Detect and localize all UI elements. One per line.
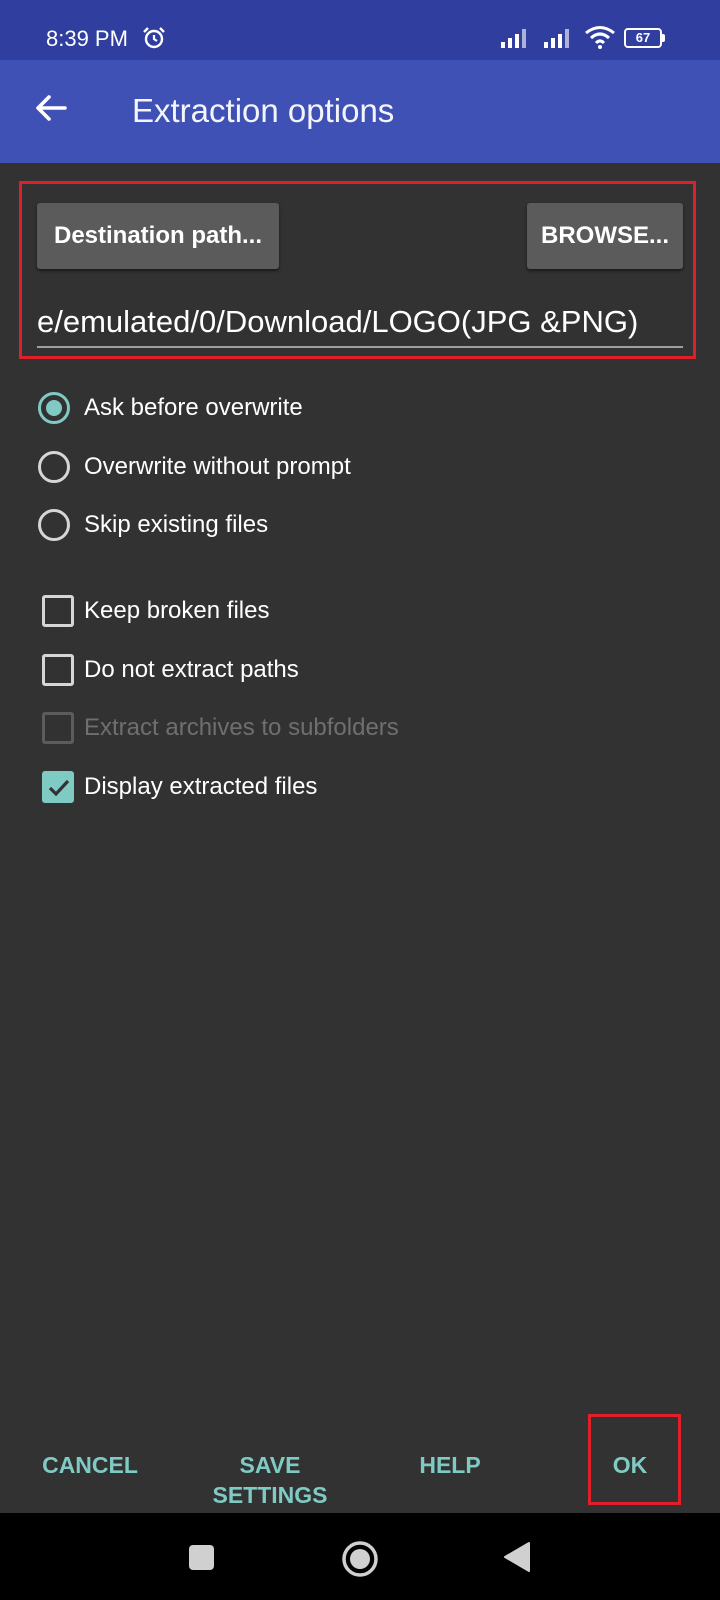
save-settings-label-line1: SAVE bbox=[239, 1452, 301, 1478]
destination-path-input[interactable] bbox=[37, 298, 683, 348]
checkbox-label: Display extracted files bbox=[84, 773, 318, 800]
checkbox[interactable] bbox=[42, 595, 74, 627]
checkbox-do-not-extract-paths[interactable]: Do not extract paths bbox=[38, 648, 299, 692]
battery-icon: 67 bbox=[624, 28, 666, 48]
status-time: 8:39 PM bbox=[46, 26, 128, 51]
back-arrow-icon[interactable] bbox=[33, 90, 69, 131]
radio-button[interactable] bbox=[38, 451, 70, 483]
checkbox[interactable] bbox=[42, 771, 74, 803]
back-triangle-icon[interactable] bbox=[503, 1541, 531, 1578]
home-circle-icon[interactable] bbox=[341, 1540, 379, 1583]
save-settings-button[interactable]: SAVE SETTINGS bbox=[200, 1450, 340, 1510]
browse-button[interactable]: BROWSE... bbox=[527, 203, 683, 269]
system-nav-bar bbox=[0, 1513, 720, 1600]
page-title: Extraction options bbox=[132, 92, 395, 129]
app-bar: Extraction options bbox=[0, 60, 720, 163]
radio-label: Skip existing files bbox=[84, 511, 269, 538]
radio-button[interactable] bbox=[38, 509, 70, 541]
checkbox-label: Do not extract paths bbox=[84, 656, 299, 683]
checkbox-keep-broken-files[interactable]: Keep broken files bbox=[38, 589, 269, 633]
recents-square-icon[interactable] bbox=[189, 1545, 214, 1570]
save-settings-label-line2: SETTINGS bbox=[212, 1482, 328, 1508]
checkmark-icon bbox=[48, 779, 70, 797]
wifi-icon bbox=[584, 25, 616, 54]
radio-label: Ask before overwrite bbox=[84, 394, 303, 421]
radio-label: Overwrite without prompt bbox=[84, 453, 351, 480]
help-button[interactable]: HELP bbox=[410, 1450, 490, 1480]
checkbox[interactable] bbox=[42, 654, 74, 686]
radio-ask-before-overwrite[interactable]: Ask before overwrite bbox=[38, 386, 303, 430]
ok-button[interactable]: OK bbox=[600, 1450, 660, 1480]
radio-button[interactable] bbox=[38, 392, 70, 424]
checkbox-display-extracted-files[interactable]: Display extracted files bbox=[38, 765, 317, 809]
battery-level: 67 bbox=[624, 28, 662, 48]
cancel-button[interactable]: CANCEL bbox=[40, 1450, 140, 1480]
radio-skip-existing-files[interactable]: Skip existing files bbox=[38, 503, 268, 547]
destination-path-button[interactable]: Destination path... bbox=[37, 203, 279, 269]
cell-signal-icon bbox=[543, 27, 575, 54]
checkbox-extract-archives-to-subfolders: Extract archives to subfolders bbox=[38, 706, 399, 750]
checkbox-label: Keep broken files bbox=[84, 597, 270, 624]
cell-signal-icon bbox=[500, 27, 532, 54]
alarm-clock-icon bbox=[142, 26, 166, 55]
status-bar: 8:39 PM 67 bbox=[0, 0, 720, 60]
checkbox bbox=[42, 712, 74, 744]
checkbox-label: Extract archives to subfolders bbox=[84, 714, 399, 741]
radio-overwrite-without-prompt[interactable]: Overwrite without prompt bbox=[38, 445, 351, 489]
